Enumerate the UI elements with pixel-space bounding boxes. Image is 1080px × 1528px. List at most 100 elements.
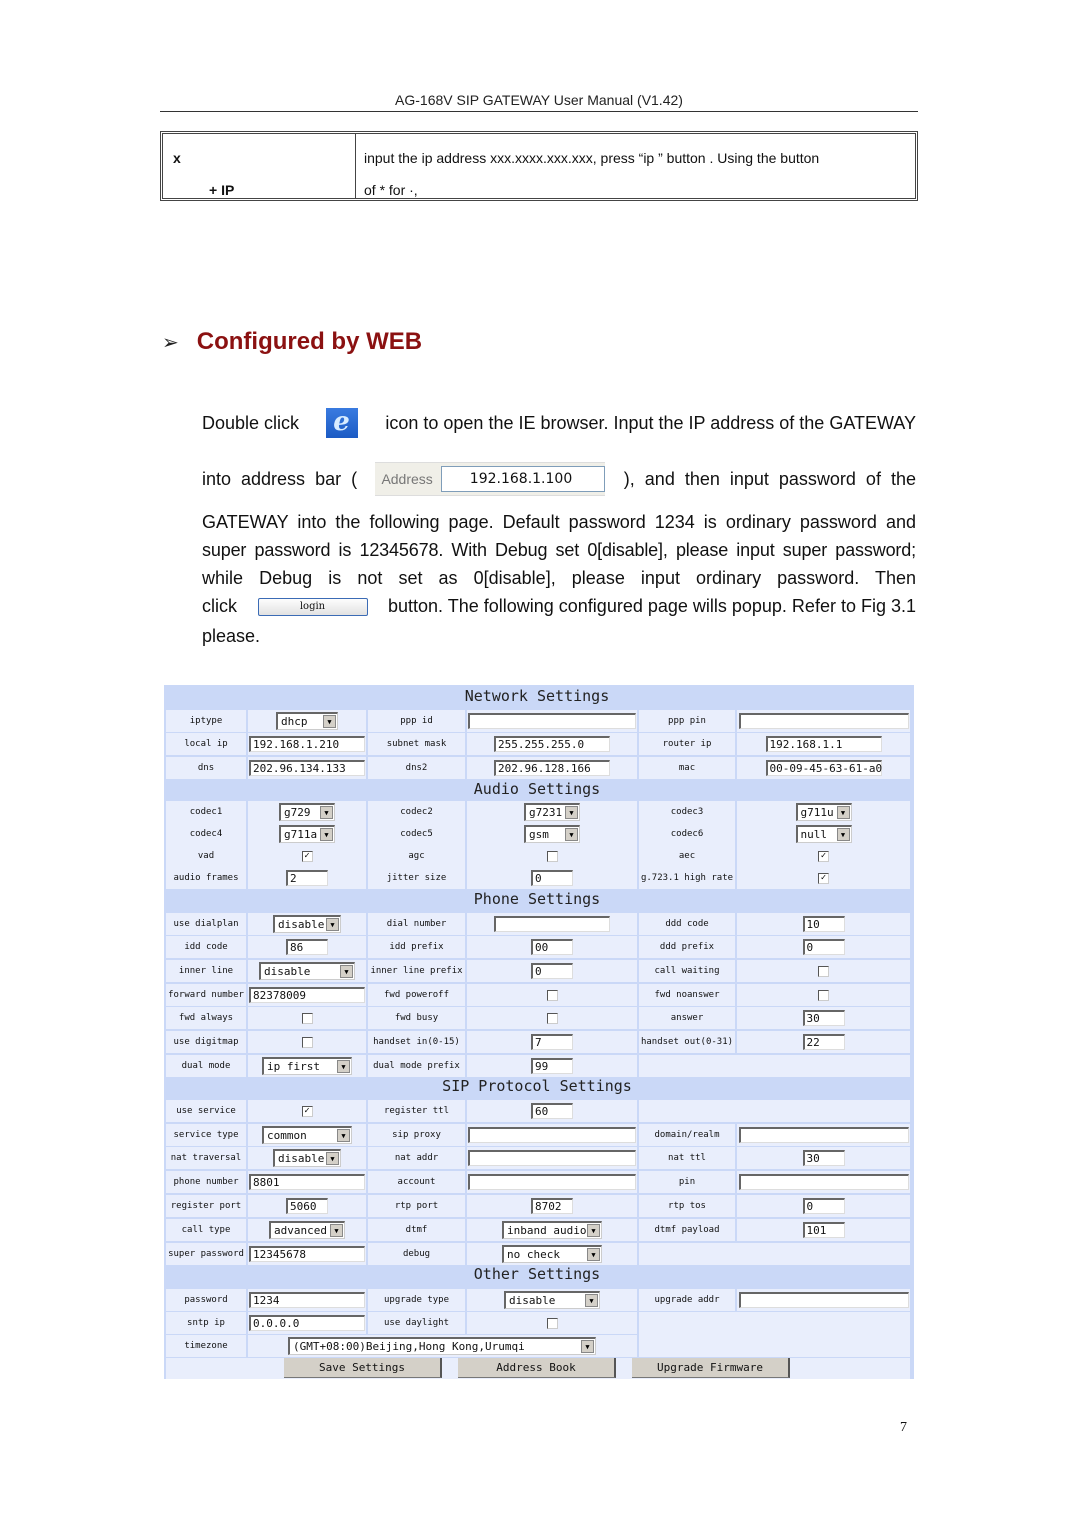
handset-out-input[interactable]: 22 [802, 1034, 845, 1050]
ppp-id-input[interactable] [468, 713, 636, 729]
dual-mode-select[interactable]: ip first ▼ [262, 1057, 352, 1075]
dtmf-select[interactable]: inband audio ▼ [502, 1221, 602, 1239]
rtp-port-input[interactable]: 8702 [531, 1198, 573, 1214]
ddd-prefix-input[interactable]: 0 [802, 939, 845, 955]
account-input[interactable] [468, 1174, 636, 1190]
dns-input[interactable]: 202.96.134.133 [249, 760, 365, 776]
register-ttl-input[interactable]: 60 [531, 1103, 573, 1119]
label: upgrade type [368, 1289, 465, 1311]
pin-input[interactable] [738, 1174, 909, 1190]
answer-input[interactable]: 30 [802, 1010, 845, 1026]
use-service-checkbox[interactable]: ✓ [301, 1105, 313, 1117]
aec-checkbox[interactable]: ✓ [818, 850, 829, 862]
value: g7231 [529, 806, 563, 819]
ppp-pin-input[interactable] [738, 713, 909, 729]
subnet-mask-input[interactable]: 255.255.255.0 [494, 736, 610, 752]
codec3-select[interactable]: g711u ▼ [795, 803, 852, 821]
cell: ✓ [737, 867, 910, 889]
nat-ttl-input[interactable]: 30 [802, 1150, 845, 1166]
text: Double click [202, 412, 300, 433]
cell: 202.96.134.133 [248, 757, 366, 779]
cell: 12345678 [248, 1243, 366, 1265]
inner-line-select[interactable]: disable ▼ [259, 962, 355, 980]
cell [737, 984, 910, 1006]
dual-mode-prefix-input[interactable]: 99 [531, 1058, 573, 1074]
fwd-poweroff-checkbox[interactable] [546, 989, 558, 1001]
dropdown-arrow-icon: ▼ [340, 965, 353, 978]
vad-checkbox[interactable]: ✓ [301, 850, 313, 862]
dial-number-input[interactable] [494, 916, 610, 932]
label: codec1 [166, 801, 246, 823]
handset-in-input[interactable]: 7 [531, 1034, 573, 1050]
sntp-ip-input[interactable]: 0.0.0.0 [249, 1315, 365, 1331]
table-row: iptype dhcp ▼ ppp id ppp pin [166, 710, 910, 732]
codec1-select[interactable]: g729 ▼ [279, 803, 335, 821]
label: vad [166, 845, 246, 867]
nat-traversal-select[interactable]: disable ▼ [273, 1149, 341, 1167]
codec6-select[interactable]: null ▼ [795, 825, 852, 843]
cell [467, 984, 637, 1006]
call-waiting-checkbox[interactable] [818, 965, 829, 977]
register-port-input[interactable]: 5060 [286, 1198, 328, 1214]
forward-number-input[interactable]: 82378009 [249, 987, 365, 1003]
dtmf-payload-input[interactable]: 101 [802, 1222, 845, 1238]
label: password [166, 1289, 246, 1311]
cell: 00 [467, 936, 637, 958]
codec4-select[interactable]: g711a ▼ [279, 825, 335, 843]
label: service type [166, 1124, 246, 1146]
save-settings-button[interactable]: Save Settings [284, 1358, 442, 1378]
cell: 99 [467, 1055, 637, 1077]
label: codec6 [639, 823, 735, 845]
g7231-high-rate-checkbox[interactable]: ✓ [818, 872, 829, 884]
codec2-select[interactable]: g7231 ▼ [524, 803, 580, 821]
upgrade-type-select[interactable]: disable ▼ [504, 1291, 600, 1309]
agc-checkbox[interactable] [546, 850, 558, 862]
upgrade-addr-input[interactable] [738, 1292, 909, 1308]
idd-prefix-input[interactable]: 00 [531, 939, 573, 955]
fwd-busy-checkbox[interactable] [546, 1012, 558, 1024]
value: g729 [284, 806, 311, 819]
value: advanced [274, 1224, 327, 1237]
rtp-tos-input[interactable]: 0 [802, 1198, 845, 1214]
password-input[interactable]: 1234 [249, 1292, 365, 1308]
dropdown-arrow-icon: ▼ [836, 828, 850, 841]
jitter-size-input[interactable]: 0 [531, 870, 573, 886]
phone-number-input[interactable]: 8801 [249, 1174, 365, 1190]
cell: disable ▼ [248, 913, 366, 935]
ddd-code-input[interactable]: 10 [802, 916, 845, 932]
idd-code-input[interactable]: 86 [286, 939, 328, 955]
address-book-button[interactable]: Address Book [458, 1358, 616, 1378]
router-ip-input[interactable]: 192.168.1.1 [765, 736, 882, 752]
nat-addr-input[interactable] [468, 1150, 636, 1166]
label: codec5 [368, 823, 465, 845]
codec5-select[interactable]: gsm ▼ [524, 825, 580, 843]
iptype-select[interactable]: dhcp ▼ [276, 712, 338, 730]
inner-line-prefix-input[interactable]: 0 [531, 963, 573, 979]
use-dialplan-select[interactable]: disable ▼ [273, 915, 341, 933]
header-rule [160, 111, 918, 112]
call-type-select[interactable]: advanced ▼ [269, 1221, 345, 1239]
table-row: local ip 192.168.1.210 subnet mask 255.2… [166, 733, 910, 755]
value: null [800, 828, 828, 841]
definition-key-cell: x + IP [163, 134, 356, 198]
use-daylight-checkbox[interactable] [546, 1317, 558, 1329]
label: handset out(0-31) [639, 1031, 735, 1053]
fwd-noanswer-checkbox[interactable] [818, 989, 829, 1001]
fwd-always-checkbox[interactable] [301, 1012, 313, 1024]
local-ip-input[interactable]: 192.168.1.210 [249, 736, 365, 752]
cell: g729 ▼ [248, 801, 366, 823]
super-password-input[interactable]: 12345678 [249, 1246, 365, 1262]
sip-proxy-input[interactable] [468, 1127, 636, 1143]
audio-frames-input[interactable]: 2 [286, 870, 328, 886]
upgrade-firmware-button[interactable]: Upgrade Firmware [632, 1358, 790, 1378]
service-type-select[interactable]: common ▼ [262, 1126, 352, 1144]
mac-input[interactable]: 00-09-45-63-61-a0 [765, 760, 882, 776]
domain-realm-input[interactable] [738, 1127, 909, 1143]
cell: 1234 [248, 1289, 366, 1311]
cell [467, 845, 637, 867]
use-digitmap-checkbox[interactable] [301, 1036, 313, 1048]
debug-select[interactable]: no check ▼ [502, 1245, 602, 1263]
table-row: dns 202.96.134.133 dns2 202.96.128.166 m… [166, 757, 910, 779]
dns2-input[interactable]: 202.96.128.166 [494, 760, 610, 776]
timezone-select[interactable]: (GMT+08:00)Beijing,Hong Kong,Urumqi ▼ [288, 1337, 596, 1355]
